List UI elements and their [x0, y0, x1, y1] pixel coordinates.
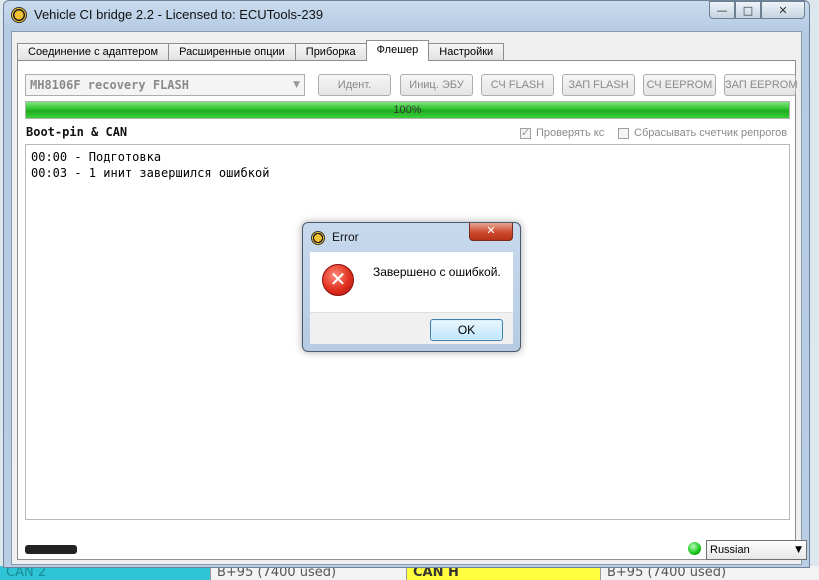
log-line: 00:03 - 1 инит завершился ошибкой [31, 166, 270, 180]
init-ecu-button[interactable]: Иниц. ЭБУ [400, 74, 473, 96]
ident-button[interactable]: Идент. [318, 74, 391, 96]
desktop-segment: CAN 2 [0, 566, 210, 580]
language-value: Russian [710, 544, 750, 556]
write-flash-button[interactable]: ЗАП FLASH [562, 74, 635, 96]
dialog-message: Завершено с ошибкой. [373, 265, 501, 279]
read-eeprom-button[interactable]: СЧ EEPROM [643, 74, 716, 96]
title-bar[interactable]: Vehicle CI bridge 2.2 - Licensed to: ECU… [4, 1, 809, 31]
write-eeprom-button[interactable]: ЗАП EEPROM [724, 74, 798, 96]
redacted-status-text [25, 545, 77, 554]
ecu-type-select[interactable]: MH8106F recovery FLASH ▼ [25, 74, 305, 96]
desktop-segment: B+95 (7400 used) [210, 566, 406, 580]
dialog-footer: OK [310, 312, 513, 344]
window-title: Vehicle CI bridge 2.2 - Licensed to: ECU… [34, 7, 324, 22]
connection-status-indicator-icon [688, 542, 701, 555]
language-select[interactable]: Russian ▼ [706, 540, 807, 560]
checksum-checkbox-label: Проверять кс [536, 127, 605, 139]
read-flash-button[interactable]: СЧ FLASH [481, 74, 554, 96]
app-logo-icon [311, 231, 325, 245]
tab-adapter-connection[interactable]: Соединение с адаптером [17, 43, 170, 61]
app-logo-icon [11, 7, 27, 23]
checkbox-checked-icon[interactable] [520, 126, 531, 139]
dialog-close-button[interactable]: ✕ [469, 223, 513, 241]
maximize-button[interactable]: □ [735, 1, 761, 19]
mode-label: Boot-pin & CAN [26, 125, 128, 139]
ecu-type-value: MH8106F recovery FLASH [30, 78, 189, 92]
dialog-title: Error [332, 230, 359, 244]
chevron-down-icon: ▼ [795, 545, 802, 555]
progress-label: 100% [393, 104, 422, 116]
desktop-segment: B+95 (7400 used) [600, 566, 819, 580]
chevron-down-icon: ▼ [293, 80, 300, 90]
checksum-checkbox[interactable]: Проверять кс [520, 126, 605, 139]
tab-dashboard[interactable]: Приборка [294, 43, 367, 61]
ok-button[interactable]: OK [430, 319, 503, 341]
checkbox-unchecked-icon[interactable] [618, 127, 629, 139]
tab-settings[interactable]: Настройки [428, 43, 505, 61]
error-dialog: Error ✕ ✕ Завершено с ошибкой. OK [302, 222, 521, 352]
tab-flasher[interactable]: Флешер [365, 40, 430, 61]
progress-bar: 100% [25, 101, 790, 119]
desktop-segment: CAN H [406, 566, 600, 580]
error-icon: ✕ [322, 264, 354, 296]
reset-counter-checkbox[interactable]: Сбрасывать счетчик репрогов [618, 127, 787, 139]
dialog-body: ✕ Завершено с ошибкой. [310, 252, 513, 312]
window-controls: — □ ✕ [709, 1, 805, 19]
close-button[interactable]: ✕ [761, 1, 805, 19]
minimize-button[interactable]: — [709, 1, 735, 19]
reset-counter-checkbox-label: Сбрасывать счетчик репрогов [634, 127, 788, 139]
log-line: 00:00 - Подготовка [31, 150, 162, 164]
desktop-background-strip: CAN 2 B+95 (7400 used) CAN H B+95 (7400 … [0, 566, 819, 580]
tab-bar: Соединение с адаптером Расширенные опции… [17, 40, 505, 61]
tab-advanced-options[interactable]: Расширенные опции [168, 43, 296, 61]
